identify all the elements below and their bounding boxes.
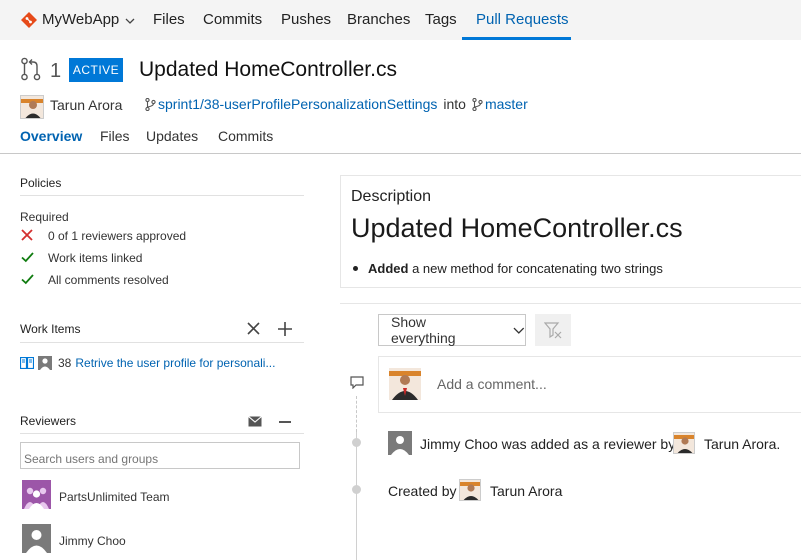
pr-number: 1: [50, 60, 62, 82]
section-divider: [20, 195, 304, 196]
branch-icon: [145, 97, 156, 111]
user-placeholder-icon: [38, 356, 52, 370]
comment-input[interactable]: Add a comment...: [437, 376, 547, 392]
author-name[interactable]: Tarun Arora: [50, 97, 122, 113]
description-label: Description: [351, 188, 432, 205]
work-items-heading: Work Items: [20, 322, 81, 336]
activity-event-text: Jimmy Choo was added as a reviewer by: [420, 436, 676, 452]
policy-item: 0 of 1 reviewers approved: [48, 229, 187, 243]
filter-button[interactable]: [535, 314, 571, 346]
activity-event-actor[interactable]: Tarun Arora: [490, 483, 562, 499]
minus-icon[interactable]: [279, 421, 291, 423]
repo-selector[interactable]: MyWebApp: [42, 11, 135, 28]
repo-name: MyWebApp: [42, 11, 120, 28]
chevron-down-icon: [125, 18, 135, 24]
nav-tab-files[interactable]: Files: [153, 11, 185, 28]
x-icon: [21, 229, 33, 241]
nav-tab-pushes[interactable]: Pushes: [281, 11, 331, 28]
timeline-connector: [356, 396, 357, 432]
section-divider: [20, 433, 304, 434]
activity-filter-dropdown[interactable]: Show everything: [378, 314, 526, 346]
description-bullet: Added a new method for concatenating two…: [353, 261, 663, 276]
into-label: into: [443, 96, 466, 112]
status-badge: ACTIVE: [69, 58, 123, 82]
nav-tab-pull-requests[interactable]: Pull Requests: [476, 11, 569, 28]
close-icon[interactable]: [247, 322, 260, 335]
policies-heading: Policies: [20, 176, 62, 190]
source-branch-link[interactable]: sprint1/38-userProfilePersonalizationSet…: [158, 96, 437, 112]
policy-item: Work items linked: [48, 251, 143, 265]
top-nav: MyWebApp Files Commits Pushes Branches T…: [0, 0, 801, 40]
target-branch-link[interactable]: master: [485, 96, 528, 112]
description-heading: Updated HomeController.cs: [351, 213, 683, 243]
author-avatar[interactable]: [20, 95, 44, 119]
comment-icon: [350, 376, 364, 389]
pull-request-icon: [21, 57, 41, 81]
git-diamond-icon: [21, 12, 37, 28]
activity-event-text: Created by: [388, 483, 457, 499]
timeline-line: [356, 432, 357, 560]
bullet-text: a new method for concatenating two strin…: [412, 261, 663, 276]
nav-tab-tags[interactable]: Tags: [425, 11, 457, 28]
branch-info: sprint1/38-userProfilePersonalizationSet…: [145, 96, 528, 112]
check-icon: [21, 252, 34, 263]
policy-item: All comments resolved: [48, 273, 169, 287]
filter-clear-icon: [544, 322, 562, 339]
required-label: Required: [20, 210, 69, 224]
activity-event-actor[interactable]: Tarun Arora.: [704, 436, 780, 452]
section-divider: [20, 342, 304, 343]
tab-overview[interactable]: Overview: [20, 128, 82, 144]
user-placeholder-icon: [388, 431, 412, 455]
avatar: [459, 479, 481, 501]
tab-files[interactable]: Files: [100, 128, 130, 144]
reviewer-search-input[interactable]: [20, 442, 300, 469]
team-avatar-icon[interactable]: [22, 480, 51, 509]
work-item-id: 38: [58, 356, 72, 370]
bullet-bold-text: Added: [368, 261, 409, 276]
plus-icon[interactable]: [278, 322, 292, 336]
nav-tab-branches[interactable]: Branches: [347, 11, 410, 28]
book-icon: [20, 357, 34, 369]
user-placeholder-icon[interactable]: [22, 524, 51, 553]
timeline-dot: [352, 485, 361, 494]
reviewer-name[interactable]: Jimmy Choo: [59, 534, 126, 548]
work-item-row[interactable]: 38 Retrive the user profile for personal…: [20, 356, 275, 370]
timeline-dot: [352, 438, 361, 447]
tab-commits[interactable]: Commits: [218, 128, 273, 144]
work-item-link[interactable]: Retrive the user profile for personali..…: [75, 356, 275, 370]
nav-tab-commits[interactable]: Commits: [203, 11, 262, 28]
check-icon: [21, 274, 34, 285]
avatar: [389, 368, 421, 400]
activity-filter-label: Show everything: [391, 314, 456, 346]
section-divider: [340, 303, 801, 304]
reviewer-name[interactable]: PartsUnlimited Team: [59, 490, 169, 504]
reviewers-heading: Reviewers: [20, 414, 77, 428]
pr-title: Updated HomeController.cs: [139, 58, 397, 81]
avatar: [673, 432, 695, 454]
header-divider: [0, 153, 801, 154]
mail-icon[interactable]: [248, 416, 262, 427]
tab-updates[interactable]: Updates: [146, 128, 198, 144]
branch-icon: [472, 97, 483, 111]
active-tab-indicator: [462, 37, 571, 40]
bullet-dot: [353, 266, 358, 271]
chevron-down-icon: [513, 327, 525, 334]
